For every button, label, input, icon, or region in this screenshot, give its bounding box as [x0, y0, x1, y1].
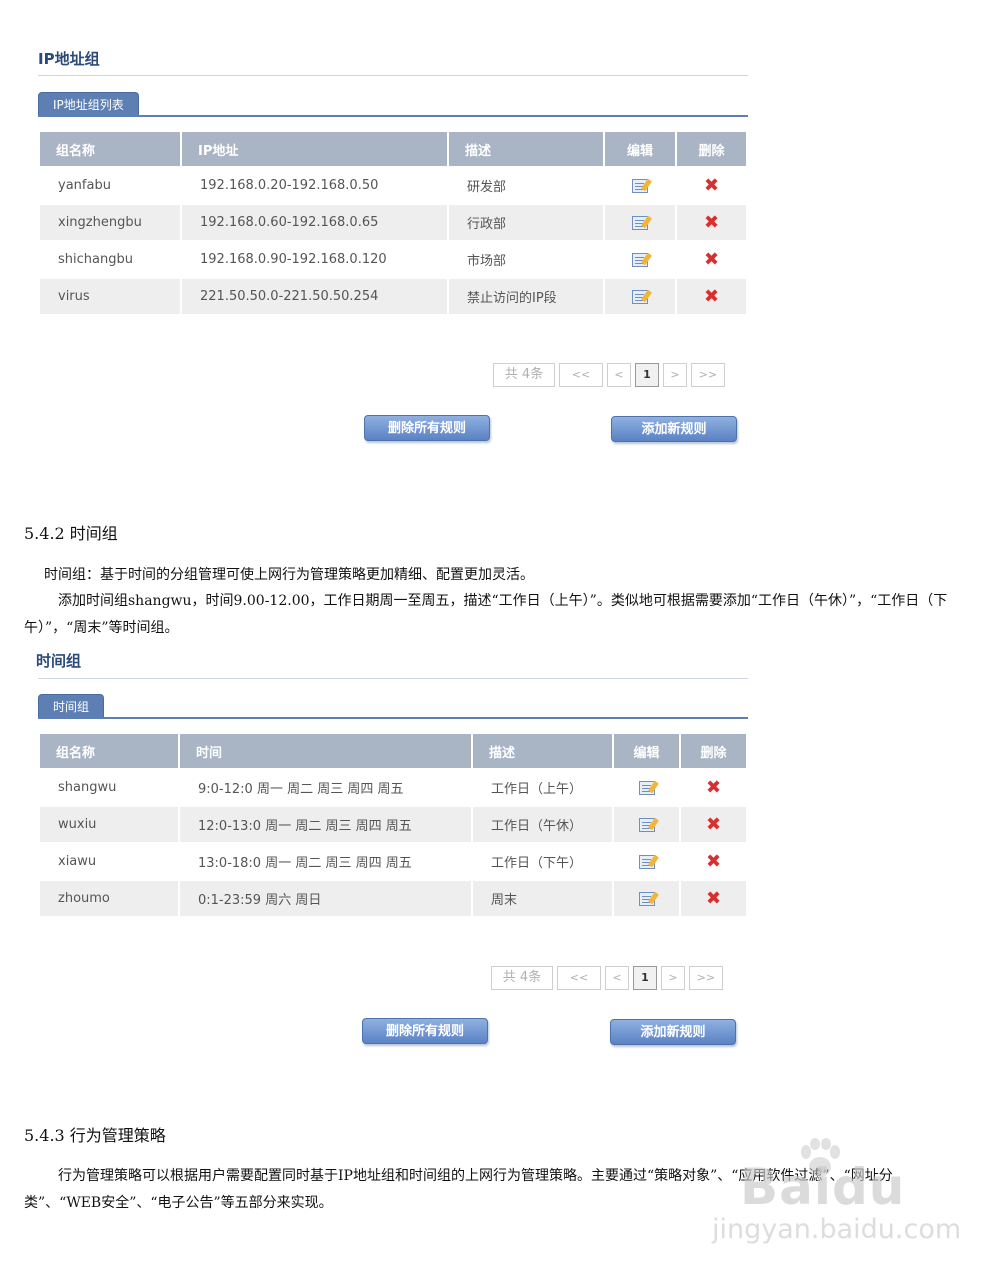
- pagination: 共 4条 << < 1 > >>: [493, 363, 725, 387]
- delete-icon[interactable]: ✖: [706, 889, 721, 908]
- table-row: zhoumo 0:1-23:59 周六 周日 周末 ✖: [40, 881, 746, 916]
- edit-icon[interactable]: [632, 178, 648, 193]
- description-cell: 市场部: [449, 242, 603, 277]
- delete-all-rules-button[interactable]: 删除所有规则: [362, 1018, 488, 1044]
- col-group-name: 组名称: [40, 132, 180, 166]
- watermark-url: jingyan.baidu.com: [712, 1214, 962, 1245]
- pagination-total: 共 4条: [491, 966, 553, 990]
- edit-icon[interactable]: [638, 780, 655, 795]
- last-page-button[interactable]: >>: [689, 966, 723, 990]
- col-description: 描述: [449, 132, 603, 166]
- group-name-cell: virus: [40, 279, 180, 314]
- ip-range-cell: 192.168.0.90-192.168.0.120: [182, 242, 447, 277]
- title-divider: [38, 678, 748, 679]
- description-cell: 工作日（午休）: [473, 807, 612, 842]
- group-name-cell: wuxiu: [40, 807, 178, 842]
- table-row: shangwu 9:0-12:0 周一 周二 周三 周四 周五 工作日（上午） …: [40, 770, 746, 805]
- pagination-total: 共 4条: [493, 363, 555, 387]
- tab-ip-group-list[interactable]: IP地址组列表: [38, 92, 139, 116]
- description-cell: 工作日（上午）: [473, 770, 612, 805]
- group-name-cell: shichangbu: [40, 242, 180, 277]
- time-range-cell: 12:0-13:0 周一 周二 周三 周四 周五: [180, 807, 471, 842]
- ip-range-cell: 192.168.0.60-192.168.0.65: [182, 205, 447, 240]
- table-row: xiawu 13:0-18:0 周一 周二 周三 周四 周五 工作日（下午） ✖: [40, 844, 746, 879]
- time-range-cell: 9:0-12:0 周一 周二 周三 周四 周五: [180, 770, 471, 805]
- pagination: 共 4条 << < 1 > >>: [491, 966, 723, 990]
- table-row: shichangbu 192.168.0.90-192.168.0.120 市场…: [40, 242, 746, 277]
- edit-icon[interactable]: [632, 215, 648, 230]
- baidu-watermark: Baidu jingyan.baidu.com: [712, 1138, 961, 1248]
- section-542-paragraph-1: 时间组：基于时间的分组管理可使上网行为管理策略更加精细、配置更加灵活。: [44, 567, 534, 583]
- description-cell: 周末: [473, 881, 612, 916]
- time-range-cell: 0:1-23:59 周六 周日: [180, 881, 471, 916]
- description-cell: 工作日（下午）: [473, 844, 612, 879]
- group-name-cell: xingzhengbu: [40, 205, 180, 240]
- tab-divider: [38, 717, 748, 719]
- edit-icon[interactable]: [632, 289, 648, 304]
- col-delete: 删除: [681, 734, 746, 768]
- current-page-button[interactable]: 1: [633, 966, 657, 990]
- table-header-row: 组名称 IP地址 描述 编辑 删除: [40, 132, 746, 166]
- edit-icon[interactable]: [638, 854, 655, 869]
- group-name-cell: shangwu: [40, 770, 178, 805]
- section-542-paragraph-2: 添加时间组shangwu，时间9.00-12.00，工作日期周一至周五，描述“工…: [24, 593, 948, 636]
- group-name-cell: zhoumo: [40, 881, 178, 916]
- delete-icon[interactable]: ✖: [706, 852, 721, 871]
- col-group-name: 组名称: [40, 734, 178, 768]
- col-time: 时间: [180, 734, 471, 768]
- last-page-button[interactable]: >>: [691, 363, 725, 387]
- next-page-button[interactable]: >: [661, 966, 685, 990]
- ip-range-cell: 192.168.0.20-192.168.0.50: [182, 168, 447, 203]
- col-edit: 编辑: [605, 132, 675, 166]
- ip-range-cell: 221.50.50.0-221.50.50.254: [182, 279, 447, 314]
- table-row: xingzhengbu 192.168.0.60-192.168.0.65 行政…: [40, 205, 746, 240]
- ip-group-title: IP地址组: [38, 50, 100, 68]
- delete-icon[interactable]: ✖: [704, 287, 719, 306]
- first-page-button[interactable]: <<: [559, 363, 603, 387]
- table-row: virus 221.50.50.0-221.50.50.254 禁止访问的IP段…: [40, 279, 746, 314]
- add-new-rule-button[interactable]: 添加新规则: [611, 416, 737, 442]
- group-name-cell: yanfabu: [40, 168, 180, 203]
- description-cell: 禁止访问的IP段: [449, 279, 603, 314]
- group-name-cell: xiawu: [40, 844, 178, 879]
- first-page-button[interactable]: <<: [557, 966, 601, 990]
- delete-all-rules-button[interactable]: 删除所有规则: [364, 415, 490, 441]
- delete-icon[interactable]: ✖: [706, 778, 721, 797]
- time-group-panel: 时间组 时间组 组名称 时间 描述 编辑 删除 shangwu 9:0-12:0…: [36, 648, 748, 1058]
- edit-icon[interactable]: [632, 252, 648, 267]
- tab-divider: [38, 115, 748, 117]
- table-header-row: 组名称 时间 描述 编辑 删除: [40, 734, 746, 768]
- description-cell: 行政部: [449, 205, 603, 240]
- prev-page-button[interactable]: <: [605, 966, 629, 990]
- ip-group-panel: IP地址组 IP地址组列表 组名称 IP地址 描述 编辑 删除 yanfabu …: [38, 44, 748, 454]
- delete-icon[interactable]: ✖: [704, 176, 719, 195]
- delete-icon[interactable]: ✖: [706, 815, 721, 834]
- delete-icon[interactable]: ✖: [704, 213, 719, 232]
- section-heading-543: 5.4.3 行为管理策略: [24, 1126, 166, 1145]
- tab-time-group[interactable]: 时间组: [38, 694, 105, 718]
- table-row: yanfabu 192.168.0.20-192.168.0.50 研发部 ✖: [40, 168, 746, 203]
- current-page-button[interactable]: 1: [635, 363, 659, 387]
- next-page-button[interactable]: >: [663, 363, 687, 387]
- col-description: 描述: [473, 734, 612, 768]
- delete-icon[interactable]: ✖: [704, 250, 719, 269]
- col-delete: 删除: [677, 132, 746, 166]
- section-heading-542: 5.4.2 时间组: [24, 524, 118, 543]
- title-divider: [38, 75, 748, 76]
- ip-group-table: 组名称 IP地址 描述 编辑 删除 yanfabu 192.168.0.20-1…: [38, 130, 748, 316]
- time-group-table: 组名称 时间 描述 编辑 删除 shangwu 9:0-12:0 周一 周二 周…: [38, 732, 748, 918]
- watermark-brand: Baidu: [740, 1158, 906, 1216]
- add-new-rule-button[interactable]: 添加新规则: [610, 1019, 736, 1045]
- table-row: wuxiu 12:0-13:0 周一 周二 周三 周四 周五 工作日（午休） ✖: [40, 807, 746, 842]
- description-cell: 研发部: [449, 168, 603, 203]
- edit-icon[interactable]: [638, 817, 655, 832]
- col-ip-address: IP地址: [182, 132, 447, 166]
- edit-icon[interactable]: [638, 891, 655, 906]
- col-edit: 编辑: [614, 734, 679, 768]
- prev-page-button[interactable]: <: [607, 363, 631, 387]
- time-group-title: 时间组: [36, 652, 82, 670]
- time-range-cell: 13:0-18:0 周一 周二 周三 周四 周五: [180, 844, 471, 879]
